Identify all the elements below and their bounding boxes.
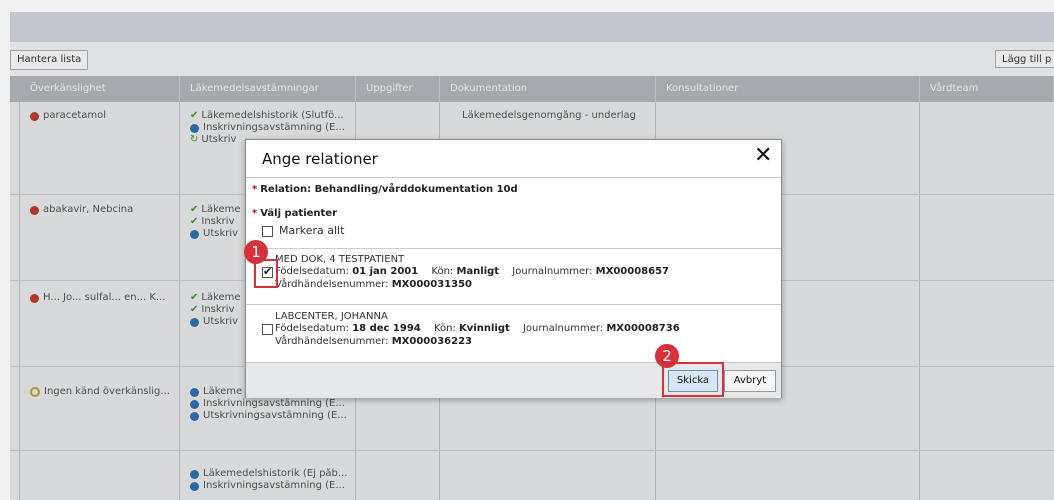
patient-checkbox[interactable] — [262, 324, 273, 335]
divider — [246, 177, 781, 178]
patient-name: MED DOK, 4 TESTPATIENT — [275, 254, 405, 265]
patient-list: MED DOK, 4 TESTPATIENT Födelsedatum: 01 … — [246, 248, 781, 362]
divider — [246, 248, 781, 249]
dob-value: 18 dec 1994 — [352, 323, 421, 334]
patient-details: Födelsedatum: 18 dec 1994 Kön: Kvinnligt… — [275, 323, 680, 334]
journal-label: Journalnummer: — [522, 323, 604, 334]
patient-event: Vårdhändelsenummer: MX000031350 — [275, 279, 472, 290]
close-icon[interactable]: ✕ — [754, 144, 772, 168]
patients-text: Välj patienter — [260, 208, 338, 219]
event-label: Vårdhändelsenummer: — [275, 279, 389, 290]
required-mark: * — [252, 208, 258, 219]
cancel-button[interactable]: Avbryt — [724, 370, 776, 392]
relation-text: Relation: Behandling/vårddokumentation 1… — [260, 184, 518, 195]
dialog-title: Ange relationer — [262, 150, 378, 168]
event-label: Vårdhändelsenummer: — [275, 336, 389, 347]
dob-label: Födelsedatum: — [275, 323, 349, 334]
step-badge-1: 1 — [244, 240, 268, 264]
required-mark: * — [252, 184, 258, 195]
journal-value: MX00008657 — [595, 266, 669, 277]
sex-label: Kön: — [433, 323, 456, 334]
patient-name: LABCENTER, JOHANNA — [275, 311, 388, 322]
event-value: MX000031350 — [391, 279, 473, 290]
patient-event: Vårdhändelsenummer: MX000036223 — [275, 336, 472, 347]
patients-label: * Välj patienter — [252, 208, 337, 219]
sex-value: Kvinnligt — [459, 323, 510, 334]
relation-label: * Relation: Behandling/vårddokumentation … — [252, 184, 518, 195]
divider — [246, 304, 781, 305]
event-value: MX000036223 — [391, 336, 473, 347]
relations-dialog: Ange relationer ✕ * Relation: Behandling/… — [245, 139, 782, 398]
dob-value: 01 jan 2001 — [352, 266, 419, 277]
select-all-checkbox[interactable] — [262, 226, 273, 237]
sex-label: Kön: — [431, 266, 454, 277]
step-badge-2: 2 — [655, 344, 679, 368]
select-all-label[interactable]: Markera allt — [279, 224, 344, 237]
journal-value: MX00008736 — [606, 323, 680, 334]
sex-value: Manligt — [456, 266, 500, 277]
highlight-box-send — [662, 362, 724, 397]
patient-details: Födelsedatum: 01 jan 2001 Kön: Manligt J… — [275, 266, 669, 277]
dob-label: Födelsedatum: — [275, 266, 349, 277]
journal-label: Journalnummer: — [512, 266, 593, 277]
